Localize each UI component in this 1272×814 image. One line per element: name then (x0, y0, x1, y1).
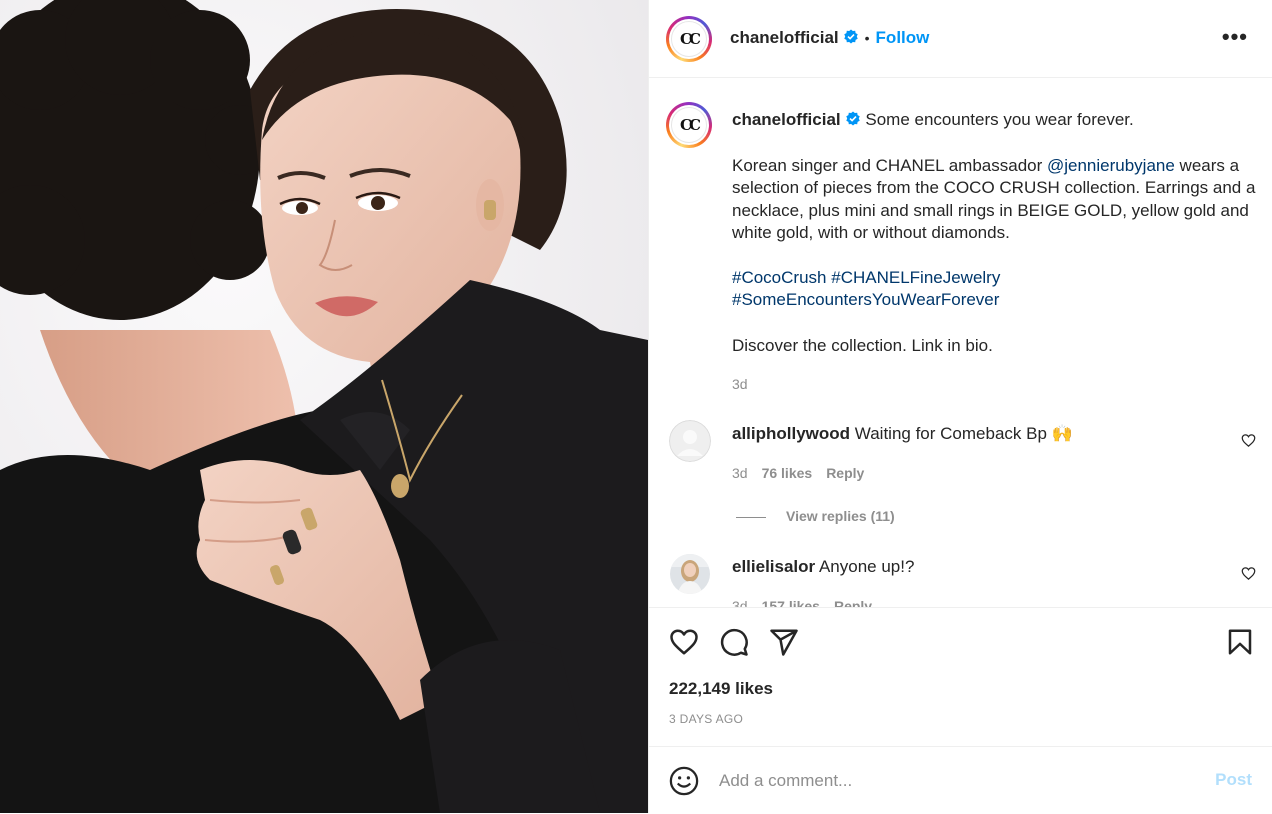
comment-text: Anyone up!? (818, 557, 915, 576)
comment-meta: 3d 157 likes Reply (732, 598, 886, 607)
mention-link[interactable]: @jennierubyjane (1047, 156, 1175, 175)
commenter-avatar[interactable] (669, 553, 711, 595)
separator-dot: • (864, 30, 870, 46)
author-avatar[interactable]: CC (666, 16, 712, 62)
comment-heart-icon[interactable] (1241, 433, 1256, 448)
add-comment-bar: Post (649, 746, 1272, 814)
verified-badge-icon (845, 111, 860, 126)
bookmark-icon[interactable] (1225, 627, 1255, 657)
verified-badge-icon (843, 29, 858, 44)
comment-input[interactable] (719, 768, 1189, 794)
chanel-logo: CC (671, 107, 707, 143)
reply-button[interactable]: Reply (834, 598, 872, 607)
share-icon[interactable] (769, 627, 799, 657)
comment-heart-icon[interactable] (1241, 566, 1256, 581)
caption-cta: Discover the collection. Link in bio. (732, 335, 993, 355)
chanel-logo: CC (671, 21, 707, 57)
view-replies-label: View replies (11) (786, 508, 895, 524)
comment-username[interactable]: ellielisalor (732, 557, 815, 576)
comment-meta: 3d 76 likes Reply (732, 465, 878, 481)
post-caption: chanelofficial Some encounters you wear … (732, 106, 1264, 396)
header-user-line: chanelofficial • Follow (730, 28, 929, 48)
comment-age: 3d (732, 465, 748, 481)
caption-avatar[interactable]: CC (666, 102, 712, 148)
author-username[interactable]: chanelofficial (730, 28, 839, 47)
post-header: CC chanelofficial • Follow ••• (649, 0, 1272, 78)
comment-body: ellielisalor Anyone up!? (732, 556, 1202, 578)
post-comment-button[interactable]: Post (1215, 770, 1252, 790)
heart-icon[interactable] (669, 627, 699, 657)
comment-likes[interactable]: 157 likes (762, 598, 820, 607)
replies-line (736, 516, 766, 518)
comment-icon[interactable] (719, 627, 749, 657)
more-options-icon[interactable]: ••• (1222, 26, 1248, 48)
emoji-icon[interactable] (669, 766, 699, 796)
caption-headline: Some encounters you wear forever. (865, 110, 1134, 129)
hashtag-link[interactable]: #CHANELFineJewelry (831, 268, 1000, 287)
likes-count[interactable]: 222,149 likes (669, 679, 773, 699)
comment-age: 3d (732, 598, 748, 607)
commenter-avatar-default[interactable] (669, 420, 711, 462)
follow-button[interactable]: Follow (876, 28, 930, 47)
comment-username[interactable]: alliphollywood (732, 424, 850, 443)
view-replies-button[interactable]: View replies (11) (736, 508, 895, 524)
hashtag-link[interactable]: #CocoCrush (732, 268, 827, 287)
caption-age: 3d (732, 376, 748, 392)
post-sidebar: CC chanelofficial • Follow ••• CC chanelof… (648, 0, 1272, 813)
comment-likes[interactable]: 76 likes (762, 465, 813, 481)
comments-scroll-area[interactable]: CC chanelofficial Some encounters you we… (649, 78, 1272, 607)
caption-username[interactable]: chanelofficial (732, 110, 841, 129)
post-actions: 222,149 likes 3 DAYS AGO (649, 607, 1272, 746)
post-date[interactable]: 3 DAYS AGO (669, 712, 743, 726)
post-photo[interactable] (0, 0, 648, 813)
post-image (0, 0, 648, 813)
comment-text: Waiting for Comeback Bp 🙌 (854, 424, 1073, 443)
comment-body: alliphollywood Waiting for Comeback Bp 🙌 (732, 423, 1202, 445)
caption-body-start: Korean singer and CHANEL ambassador (732, 155, 1047, 175)
reply-button[interactable]: Reply (826, 465, 864, 481)
hashtag-link[interactable]: #SomeEncountersYouWearForever (732, 290, 999, 309)
